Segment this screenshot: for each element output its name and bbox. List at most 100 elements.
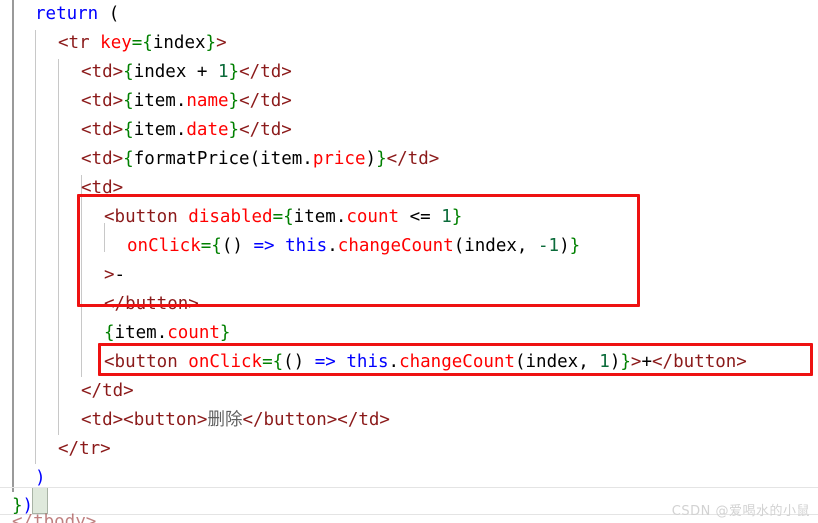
- token-paren-close: ): [35, 468, 46, 488]
- code-line-2[interactable]: <tr key={index}>: [58, 29, 227, 58]
- token-item: item.: [293, 207, 347, 227]
- token-brace-close: }: [376, 149, 387, 169]
- token-brace-close: }: [228, 91, 240, 111]
- indent-guide-1: [35, 30, 36, 464]
- token-eq-brace: ={: [262, 352, 284, 372]
- code-line-8[interactable]: <button disabled={item.count <= 1}: [104, 203, 462, 232]
- token-brace-close: }: [228, 62, 240, 82]
- token-tag-button-close: </button>: [104, 294, 199, 314]
- token-tag-td-close: </td>: [81, 381, 134, 401]
- token-tag-td-close: </td>: [239, 62, 292, 82]
- token-tag-td-open: <td>: [81, 91, 124, 111]
- token-attr-onclick: onClick: [188, 352, 263, 372]
- current-line-top-border: [0, 487, 818, 488]
- token-fn-changecount: changeCount: [399, 352, 515, 372]
- token-number-neg1: -1: [537, 236, 560, 256]
- token-tag-td-close: </td>: [386, 149, 440, 169]
- code-editor-screenshot: return ( <tr key={index}> <td>{index + 1…: [0, 0, 818, 523]
- token-attr-onclick: onClick: [127, 236, 201, 256]
- token-index: index: [152, 33, 206, 53]
- code-line-7[interactable]: <td>: [81, 174, 123, 203]
- code-line-19-clipped[interactable]: </tbody>: [12, 512, 96, 523]
- token-op-lte: <=: [399, 207, 442, 227]
- token-expr-index: index +: [133, 62, 218, 82]
- code-line-12[interactable]: {item.count}: [104, 319, 230, 348]
- token-attr-disabled: disabled: [188, 207, 273, 227]
- code-line-14[interactable]: </td>: [81, 377, 134, 406]
- token-prop-name: name: [186, 91, 229, 111]
- code-line-10[interactable]: >-: [104, 261, 125, 290]
- token-tag-td-open: <td>: [81, 178, 124, 198]
- token-item: item.: [133, 91, 187, 111]
- token-tag-button: <button: [104, 207, 189, 227]
- token-prop-count: count: [167, 323, 220, 343]
- token-paren-close: ): [559, 236, 570, 256]
- bracket-match-highlight: [32, 487, 48, 514]
- indent-guide-0: [12, 0, 14, 492]
- token-dot: .: [327, 236, 338, 256]
- token-brace-close: }: [205, 33, 217, 53]
- token-brace-open: {: [123, 91, 134, 111]
- token-paren-close: ): [609, 352, 621, 372]
- code-line-16[interactable]: </tr>: [58, 435, 111, 464]
- code-line-15[interactable]: <td><button>删除</button></td>: [81, 406, 390, 435]
- code-line-1[interactable]: return (: [35, 0, 119, 29]
- token-dot: .: [388, 352, 400, 372]
- token-brace-close: }: [569, 236, 581, 256]
- token-fn-changecount: changeCount: [337, 236, 454, 256]
- token-brace-open: {: [123, 120, 134, 140]
- token-number-1: 1: [441, 207, 452, 227]
- token-brace-open: {: [123, 62, 134, 82]
- csdn-watermark: CSDN @爱喝水的小鼠: [671, 504, 810, 519]
- token-paren-close: ): [365, 149, 377, 169]
- token-tag-td-close: </td>: [239, 91, 292, 111]
- token-fn-formatprice: formatPrice(item.: [133, 149, 313, 169]
- token-tag-button-open: <button>: [123, 410, 208, 430]
- token-tag-close: >: [216, 33, 227, 53]
- code-line-5[interactable]: <td>{item.date}</td>: [81, 116, 292, 145]
- token-eq-brace: ={: [272, 207, 294, 227]
- token-brace-close: }: [620, 352, 631, 372]
- indent-guide-2: [58, 59, 59, 435]
- token-args: (index,: [514, 352, 600, 372]
- code-area[interactable]: return ( <tr key={index}> <td>{index + 1…: [0, 0, 818, 523]
- token-arrow: =>: [253, 236, 275, 256]
- token-plus-label: +: [641, 352, 653, 372]
- token-tag-td-open: <td>: [81, 410, 124, 430]
- code-line-3[interactable]: <td>{index + 1}</td>: [81, 58, 292, 87]
- token-tag-button-close: </button>: [242, 410, 338, 430]
- token-paren-open: (: [98, 4, 120, 24]
- token-tag-td-open: <td>: [81, 149, 124, 169]
- token-brace-close: }: [219, 323, 231, 343]
- token-keyword-return: return: [35, 4, 99, 24]
- code-line-11[interactable]: </button>: [104, 290, 199, 319]
- code-line-9[interactable]: onClick={() => this.changeCount(index, -…: [127, 232, 580, 261]
- token-minus-label: -: [114, 265, 126, 285]
- token-tag-tr: <tr: [58, 33, 101, 53]
- code-line-4[interactable]: <td>{item.name}</td>: [81, 87, 292, 116]
- token-prop-count: count: [346, 207, 400, 227]
- token-this: this: [346, 352, 389, 372]
- token-item: item.: [114, 323, 168, 343]
- code-line-13[interactable]: <button onClick={() => this.changeCount(…: [104, 348, 747, 377]
- token-brace-open: {: [123, 149, 134, 169]
- token-tag-tr-close: </tr>: [58, 439, 111, 459]
- token-arrow: =>: [314, 352, 336, 372]
- token-tag-gt: >: [630, 352, 642, 372]
- token-arrow-params: (): [221, 236, 254, 256]
- token-eq-brace: ={: [200, 236, 222, 256]
- token-tag-button: <button: [104, 352, 189, 372]
- token-tag-button-close: </button>: [652, 352, 747, 372]
- token-number-1: 1: [599, 352, 610, 372]
- token-tag-td-open: <td>: [81, 62, 124, 82]
- token-attr-key: key: [100, 33, 132, 53]
- code-line-6[interactable]: <td>{formatPrice(item.price)}</td>: [81, 145, 439, 174]
- token-tag-gt: >: [104, 265, 115, 285]
- token-brace-close: }: [228, 120, 240, 140]
- token-brace-close: }: [451, 207, 463, 227]
- token-prop-date: date: [186, 120, 229, 140]
- token-args: (index,: [453, 236, 538, 256]
- token-arrow-params: (): [283, 352, 315, 372]
